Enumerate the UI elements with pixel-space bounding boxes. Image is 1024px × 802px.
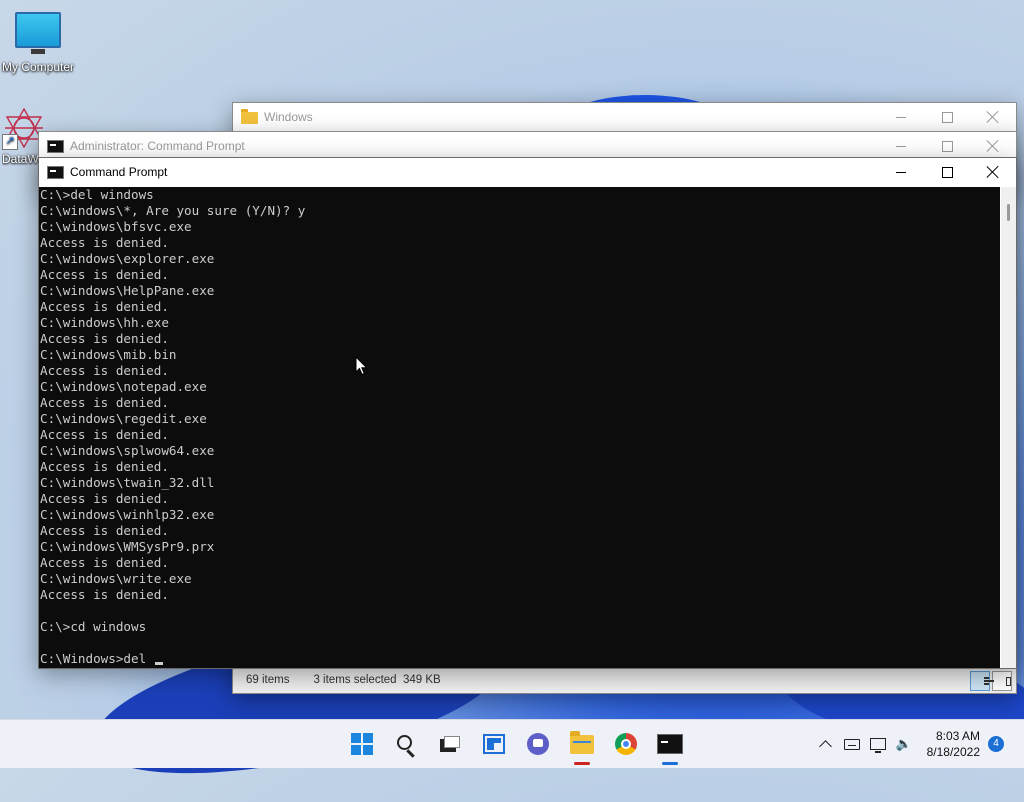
console-output[interactable]: C:\>del windows C:\windows\*, Are you su… (39, 187, 1000, 668)
file-explorer-icon (570, 730, 594, 754)
task-view-icon (440, 736, 460, 752)
chrome-icon (615, 733, 637, 755)
cmd-icon (47, 165, 64, 179)
maximize-icon (941, 166, 953, 178)
task-view-button[interactable] (428, 720, 472, 768)
input-indicator[interactable] (839, 720, 865, 768)
search-button[interactable] (384, 720, 428, 768)
volume-icon: 🔈 (895, 736, 912, 751)
taskbar: 🔈 8:03 AM 8/18/2022 4 (0, 719, 1024, 768)
close-button[interactable] (970, 132, 1016, 160)
network-button[interactable] (865, 720, 891, 768)
maximize-icon (941, 140, 953, 152)
scrollbar-thumb[interactable] (1007, 204, 1010, 221)
minimize-icon (896, 171, 906, 173)
volume-button[interactable]: 🔈 (891, 720, 917, 768)
window-title: Command Prompt (70, 165, 168, 179)
clock-date: 8/18/2022 (926, 745, 980, 759)
minimize-icon (896, 145, 906, 147)
desktop-icon-label: DataW (2, 152, 39, 166)
widgets-icon (483, 734, 505, 754)
keyboard-icon (843, 738, 860, 750)
close-button[interactable] (970, 103, 1016, 131)
network-icon (869, 738, 886, 753)
clock[interactable]: 8:03 AM 8/18/2022 (927, 728, 980, 760)
clock-time: 8:03 AM (935, 729, 980, 743)
console-text: C:\>del windows C:\windows\*, Are you su… (40, 187, 306, 666)
text-cursor (154, 662, 163, 665)
maximize-button[interactable] (924, 103, 970, 131)
widgets-button[interactable] (472, 720, 516, 768)
show-hidden-icons-button[interactable] (813, 720, 839, 768)
minimize-button[interactable] (878, 132, 924, 160)
cmd-window[interactable]: Command Prompt C:\>del windows C:\window… (38, 157, 1017, 669)
explorer-status-bar: 69 items 3 items selected 349 KB (233, 666, 1016, 693)
shortcut-arrow-icon: ↗ (2, 134, 18, 150)
chrome-button[interactable] (604, 720, 648, 768)
notification-badge[interactable]: 4 (988, 736, 1004, 752)
chat-icon (527, 733, 549, 755)
cmd-titlebar[interactable]: Command Prompt (39, 158, 1016, 186)
cmd-icon (47, 139, 64, 153)
details-view-button[interactable] (970, 671, 994, 691)
console-scrollbar[interactable] (1001, 187, 1016, 668)
chevron-up-icon (819, 740, 832, 753)
selection-info: 3 items selected 349 KB (313, 674, 441, 686)
mouse-pointer-icon (355, 356, 368, 376)
tiles-view-button[interactable] (992, 671, 1012, 691)
terminal-icon (657, 734, 683, 754)
explorer-titlebar[interactable]: Windows (233, 103, 1016, 131)
desktop-icon-my-computer[interactable]: My Computer (2, 12, 74, 74)
windows-logo-icon (351, 733, 373, 755)
item-count: 69 items (246, 674, 290, 686)
admin-cmd-titlebar[interactable]: Administrator: Command Prompt (39, 132, 1016, 160)
folder-icon (241, 109, 258, 124)
maximize-button[interactable] (924, 132, 970, 160)
minimize-button[interactable] (878, 158, 924, 186)
start-button[interactable] (340, 720, 384, 768)
minimize-button[interactable] (878, 103, 924, 131)
chat-button[interactable] (516, 720, 560, 768)
maximize-icon (941, 111, 953, 123)
monitor-icon (15, 12, 62, 54)
maximize-button[interactable] (924, 158, 970, 186)
close-icon (987, 166, 999, 178)
search-icon (396, 734, 412, 750)
system-tray: 🔈 8:03 AM 8/18/2022 4 (813, 720, 1024, 768)
window-title: Administrator: Command Prompt (70, 139, 245, 153)
command-prompt-button[interactable] (648, 720, 692, 768)
close-button[interactable] (970, 158, 1016, 186)
minimize-icon (896, 116, 906, 118)
close-icon (987, 140, 999, 152)
desktop-icon-label: My Computer (2, 60, 75, 74)
file-explorer-button[interactable] (560, 720, 604, 768)
tiles-view-icon (1006, 676, 1011, 686)
close-icon (987, 111, 999, 123)
window-title: Windows (264, 110, 313, 124)
details-view-icon (984, 677, 994, 685)
